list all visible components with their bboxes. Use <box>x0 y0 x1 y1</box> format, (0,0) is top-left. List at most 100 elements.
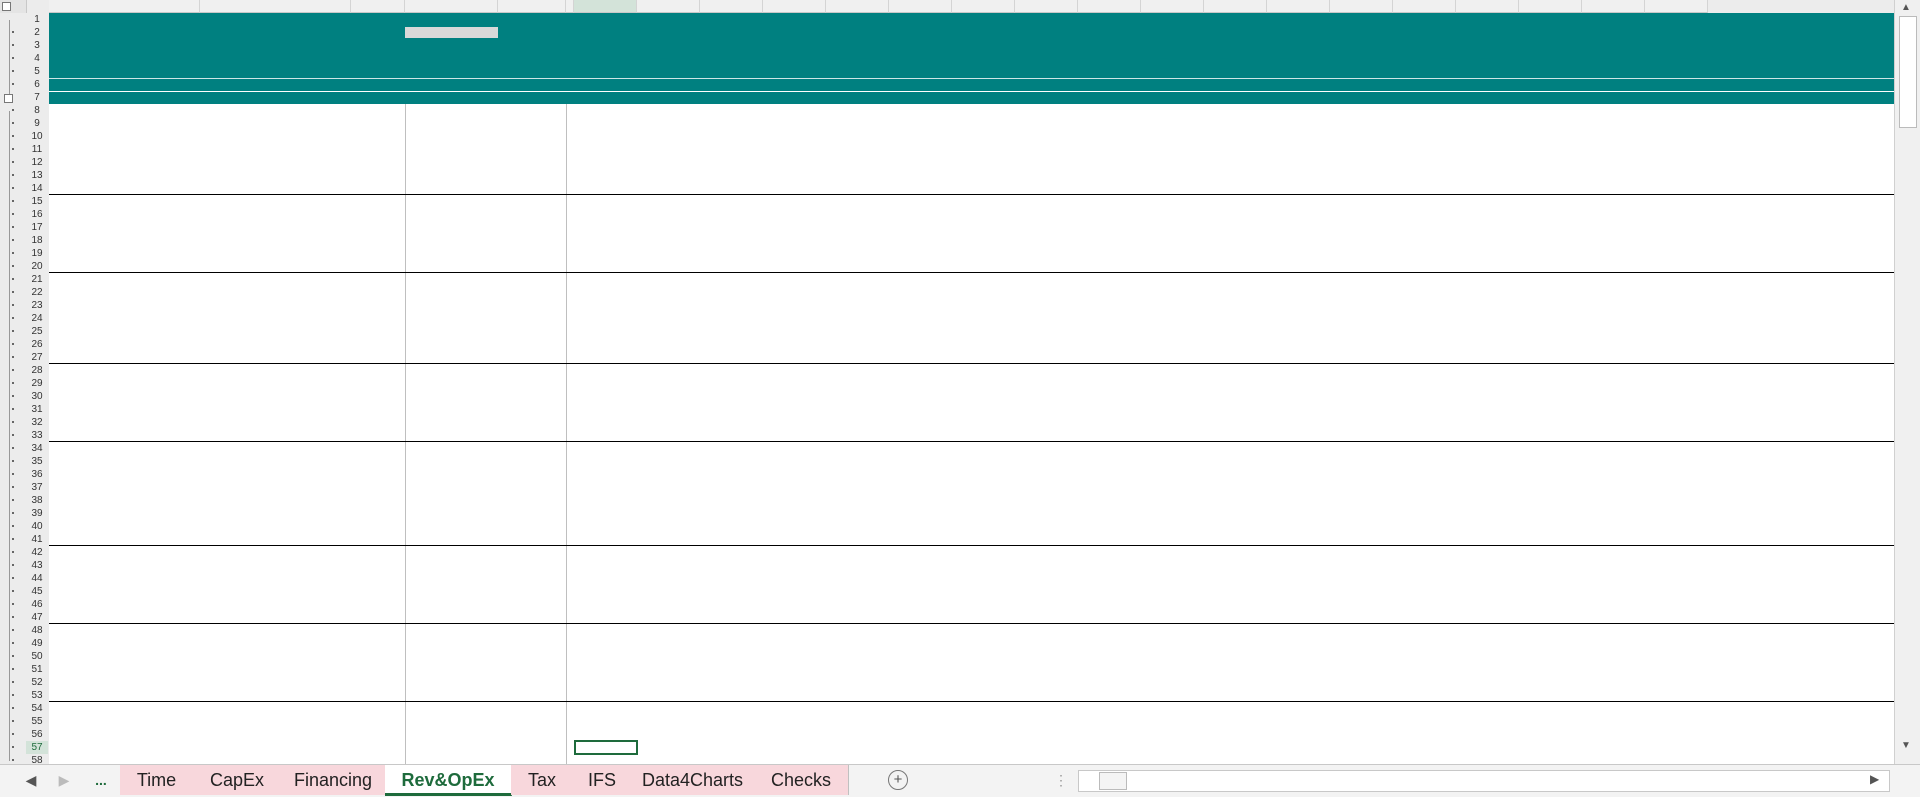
month-value[interactable] <box>763 663 823 676</box>
month-value[interactable] <box>1393 520 1453 533</box>
tab-checks[interactable]: Checks <box>754 765 849 795</box>
month-value[interactable] <box>1141 676 1201 689</box>
row-number[interactable]: 56 <box>26 728 48 741</box>
month-value[interactable] <box>826 247 886 260</box>
month-value[interactable] <box>1582 598 1642 611</box>
row-number[interactable]: 44 <box>26 572 48 585</box>
month-value[interactable] <box>1330 143 1390 156</box>
month-value[interactable] <box>826 507 886 520</box>
month-value[interactable] <box>889 520 949 533</box>
month-value[interactable] <box>637 195 697 208</box>
month-value[interactable] <box>700 507 760 520</box>
row-number[interactable]: 10 <box>26 130 48 143</box>
month-value[interactable] <box>1267 273 1327 286</box>
month-value[interactable] <box>952 585 1012 598</box>
splitter-handle[interactable]: ⋮ <box>1054 772 1068 789</box>
tab-data4charts[interactable]: Data4Charts <box>631 765 755 795</box>
month-value[interactable] <box>1078 676 1138 689</box>
month-value[interactable] <box>1330 364 1390 377</box>
row-number[interactable]: 22 <box>26 286 48 299</box>
row-number[interactable]: 1 <box>26 13 48 26</box>
month-value[interactable] <box>889 143 949 156</box>
month-value[interactable] <box>1393 247 1453 260</box>
month-value[interactable] <box>826 416 886 429</box>
month-value[interactable] <box>952 143 1012 156</box>
month-value[interactable] <box>1456 546 1516 559</box>
row-number[interactable]: 55 <box>26 715 48 728</box>
month-value[interactable] <box>1204 663 1264 676</box>
month-value[interactable] <box>637 273 697 286</box>
month-value[interactable] <box>1456 312 1516 325</box>
month-value[interactable] <box>889 546 949 559</box>
month-value[interactable] <box>637 676 697 689</box>
row-number[interactable]: 40 <box>26 520 48 533</box>
month-value[interactable] <box>1204 156 1264 169</box>
month-value[interactable] <box>1015 663 1075 676</box>
month-value[interactable] <box>700 169 760 182</box>
month-value[interactable] <box>1078 156 1138 169</box>
month-value[interactable] <box>637 598 697 611</box>
month-value[interactable] <box>826 312 886 325</box>
month-value[interactable] <box>826 598 886 611</box>
month-value[interactable] <box>1582 676 1642 689</box>
month-value[interactable] <box>763 546 823 559</box>
row-number[interactable]: 13 <box>26 169 48 182</box>
month-value[interactable] <box>1078 585 1138 598</box>
column-header-i[interactable] <box>566 0 574 13</box>
month-value[interactable] <box>1141 624 1201 637</box>
month-value[interactable] <box>1267 169 1327 182</box>
month-value[interactable] <box>574 663 634 676</box>
month-value[interactable] <box>952 663 1012 676</box>
month-value[interactable] <box>1141 507 1201 520</box>
month-value[interactable] <box>952 247 1012 260</box>
month-value[interactable] <box>1078 169 1138 182</box>
month-value[interactable] <box>1582 663 1642 676</box>
month-value[interactable] <box>889 416 949 429</box>
month-value[interactable] <box>700 520 760 533</box>
month-value[interactable] <box>889 702 949 715</box>
month-value[interactable] <box>1078 663 1138 676</box>
month-value[interactable] <box>1078 546 1138 559</box>
row-number[interactable]: 28 <box>26 364 48 377</box>
month-value[interactable] <box>889 312 949 325</box>
month-value[interactable] <box>637 416 697 429</box>
row-number[interactable]: 30 <box>26 390 48 403</box>
month-value[interactable] <box>889 273 949 286</box>
row-number[interactable]: 42 <box>26 546 48 559</box>
month-value[interactable] <box>1015 325 1075 338</box>
month-value[interactable] <box>1330 195 1390 208</box>
month-value[interactable] <box>1015 169 1075 182</box>
row-number[interactable]: 38 <box>26 494 48 507</box>
month-value[interactable] <box>1456 273 1516 286</box>
month-value[interactable] <box>1519 143 1579 156</box>
month-value[interactable] <box>1393 325 1453 338</box>
row-number[interactable]: 26 <box>26 338 48 351</box>
month-value[interactable] <box>1330 741 1390 754</box>
month-value[interactable] <box>700 247 760 260</box>
month-value[interactable] <box>889 741 949 754</box>
month-value[interactable] <box>1582 416 1642 429</box>
month-value[interactable] <box>1519 442 1579 455</box>
month-value[interactable] <box>1330 507 1390 520</box>
month-value[interactable] <box>1582 702 1642 715</box>
month-value[interactable] <box>952 312 1012 325</box>
month-value[interactable] <box>1519 741 1579 754</box>
month-value[interactable] <box>1078 507 1138 520</box>
month-value[interactable] <box>826 169 886 182</box>
month-value[interactable] <box>574 234 634 247</box>
month-value[interactable] <box>1267 247 1327 260</box>
month-value[interactable] <box>700 741 760 754</box>
row-number[interactable]: 53 <box>26 689 48 702</box>
column-header-j[interactable] <box>574 0 637 13</box>
column-header-aa[interactable] <box>1645 0 1708 13</box>
month-value[interactable] <box>889 169 949 182</box>
month-value[interactable] <box>1393 442 1453 455</box>
month-value[interactable] <box>1456 442 1516 455</box>
month-value[interactable] <box>574 520 634 533</box>
month-value[interactable] <box>1078 624 1138 637</box>
month-value[interactable] <box>1582 741 1642 754</box>
month-value[interactable] <box>1519 546 1579 559</box>
month-value[interactable] <box>637 364 697 377</box>
tab-tax[interactable]: Tax <box>511 765 574 795</box>
month-value[interactable] <box>1330 676 1390 689</box>
